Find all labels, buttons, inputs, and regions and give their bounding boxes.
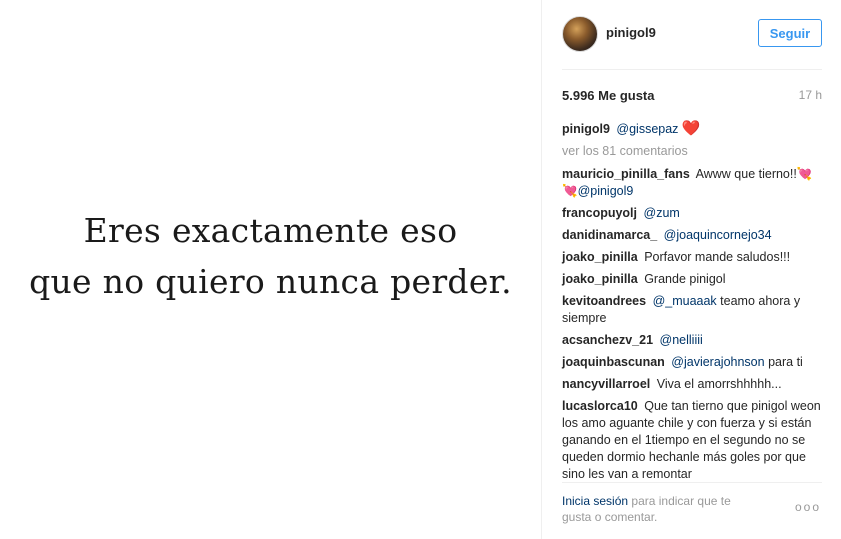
comment-text: Porfavor mande saludos!!! <box>644 250 791 264</box>
comments-list: pinigol9 @gissepaz ❤️ ver los 81 comenta… <box>562 120 822 488</box>
comment-user[interactable]: kevitoandrees <box>562 294 646 308</box>
post-time[interactable]: 17 h <box>799 88 822 102</box>
comment-item: francopuyolj @zum <box>562 205 822 222</box>
comment-text: Viva el amorrshhhhh... <box>656 377 782 391</box>
comment-user[interactable]: danidinamarca_ <box>562 228 657 242</box>
view-all-comments-link[interactable]: ver los 81 comentarios <box>562 143 822 160</box>
comment-user[interactable]: lucaslorca10 <box>562 399 638 413</box>
comment-user[interactable]: nancyvillarroel <box>562 377 650 391</box>
quote-line-1: Eres exactamente eso <box>83 211 458 250</box>
comment-item: acsanchezv_21 @nelliiii <box>562 332 822 349</box>
caption: pinigol9 @gissepaz ❤️ <box>562 120 822 138</box>
comment-user[interactable]: joako_pinilla <box>562 250 638 264</box>
comment-item: joako_pinilla Grande pinigol <box>562 271 822 288</box>
comment-user[interactable]: acsanchezv_21 <box>562 333 653 347</box>
post-sidebar: pinigol9 Seguir 5.996 Me gusta 17 h pini… <box>541 0 841 539</box>
heart-emoji: ❤️ <box>681 120 701 137</box>
comment-item: lucaslorca10 Que tan tierno que pinigol … <box>562 398 822 483</box>
caption-mention[interactable]: @gissepaz <box>616 122 678 136</box>
comment-item: joaquinbascunan @javierajohnson para ti <box>562 354 822 371</box>
comment-text: Grande pinigol <box>644 272 726 286</box>
post-image: Eres exactamente eso que no quiero nunca… <box>0 0 541 539</box>
comment-text: para ti <box>768 355 803 369</box>
comment-item: mauricio_pinilla_fans Awww que tierno!!💘… <box>562 166 822 200</box>
comment-user[interactable]: joaquinbascunan <box>562 355 665 369</box>
comment-mention[interactable]: 💘@pinigol9 <box>562 184 633 198</box>
post-quote: Eres exactamente eso que no quiero nunca… <box>0 205 541 307</box>
comment-item: kevitoandrees @_muaaak teamo ahora y sie… <box>562 293 822 327</box>
comment-item: danidinamarca_ @joaquincornejo34 <box>562 227 822 244</box>
likes-count[interactable]: 5.996 Me gusta <box>562 88 655 103</box>
comment-mention[interactable]: @zum <box>644 206 680 220</box>
likes-row: 5.996 Me gusta 17 h <box>562 88 822 106</box>
header-username[interactable]: pinigol9 <box>606 25 656 40</box>
avatar[interactable] <box>562 16 598 52</box>
divider <box>562 69 822 70</box>
comment-text: Awww que tierno!!💘 <box>695 167 813 181</box>
comment-mention[interactable]: @joaquincornejo34 <box>664 228 772 242</box>
more-options-icon[interactable]: ooo <box>795 500 821 514</box>
quote-line-2: que no quiero nunca perder. <box>29 262 512 301</box>
comment-mention[interactable]: @nelliiii <box>660 333 703 347</box>
comment-item: nancyvillarroel Viva el amorrshhhhh... <box>562 376 822 393</box>
login-prompt: Inicia sesión para indicar que te gusta … <box>562 493 762 525</box>
comment-user[interactable]: mauricio_pinilla_fans <box>562 167 690 181</box>
caption-user[interactable]: pinigol9 <box>562 122 610 136</box>
comment-mention[interactable]: @javierajohnson <box>671 355 764 369</box>
divider <box>562 482 822 483</box>
follow-button[interactable]: Seguir <box>758 19 822 47</box>
comment-user[interactable]: joako_pinilla <box>562 272 638 286</box>
login-link[interactable]: Inicia sesión <box>562 494 628 508</box>
comment-mention[interactable]: @_muaaak <box>653 294 717 308</box>
post-header: pinigol9 Seguir <box>562 16 822 54</box>
comment-item: joako_pinilla Porfavor mande saludos!!! <box>562 249 822 266</box>
comment-user[interactable]: francopuyolj <box>562 206 637 220</box>
